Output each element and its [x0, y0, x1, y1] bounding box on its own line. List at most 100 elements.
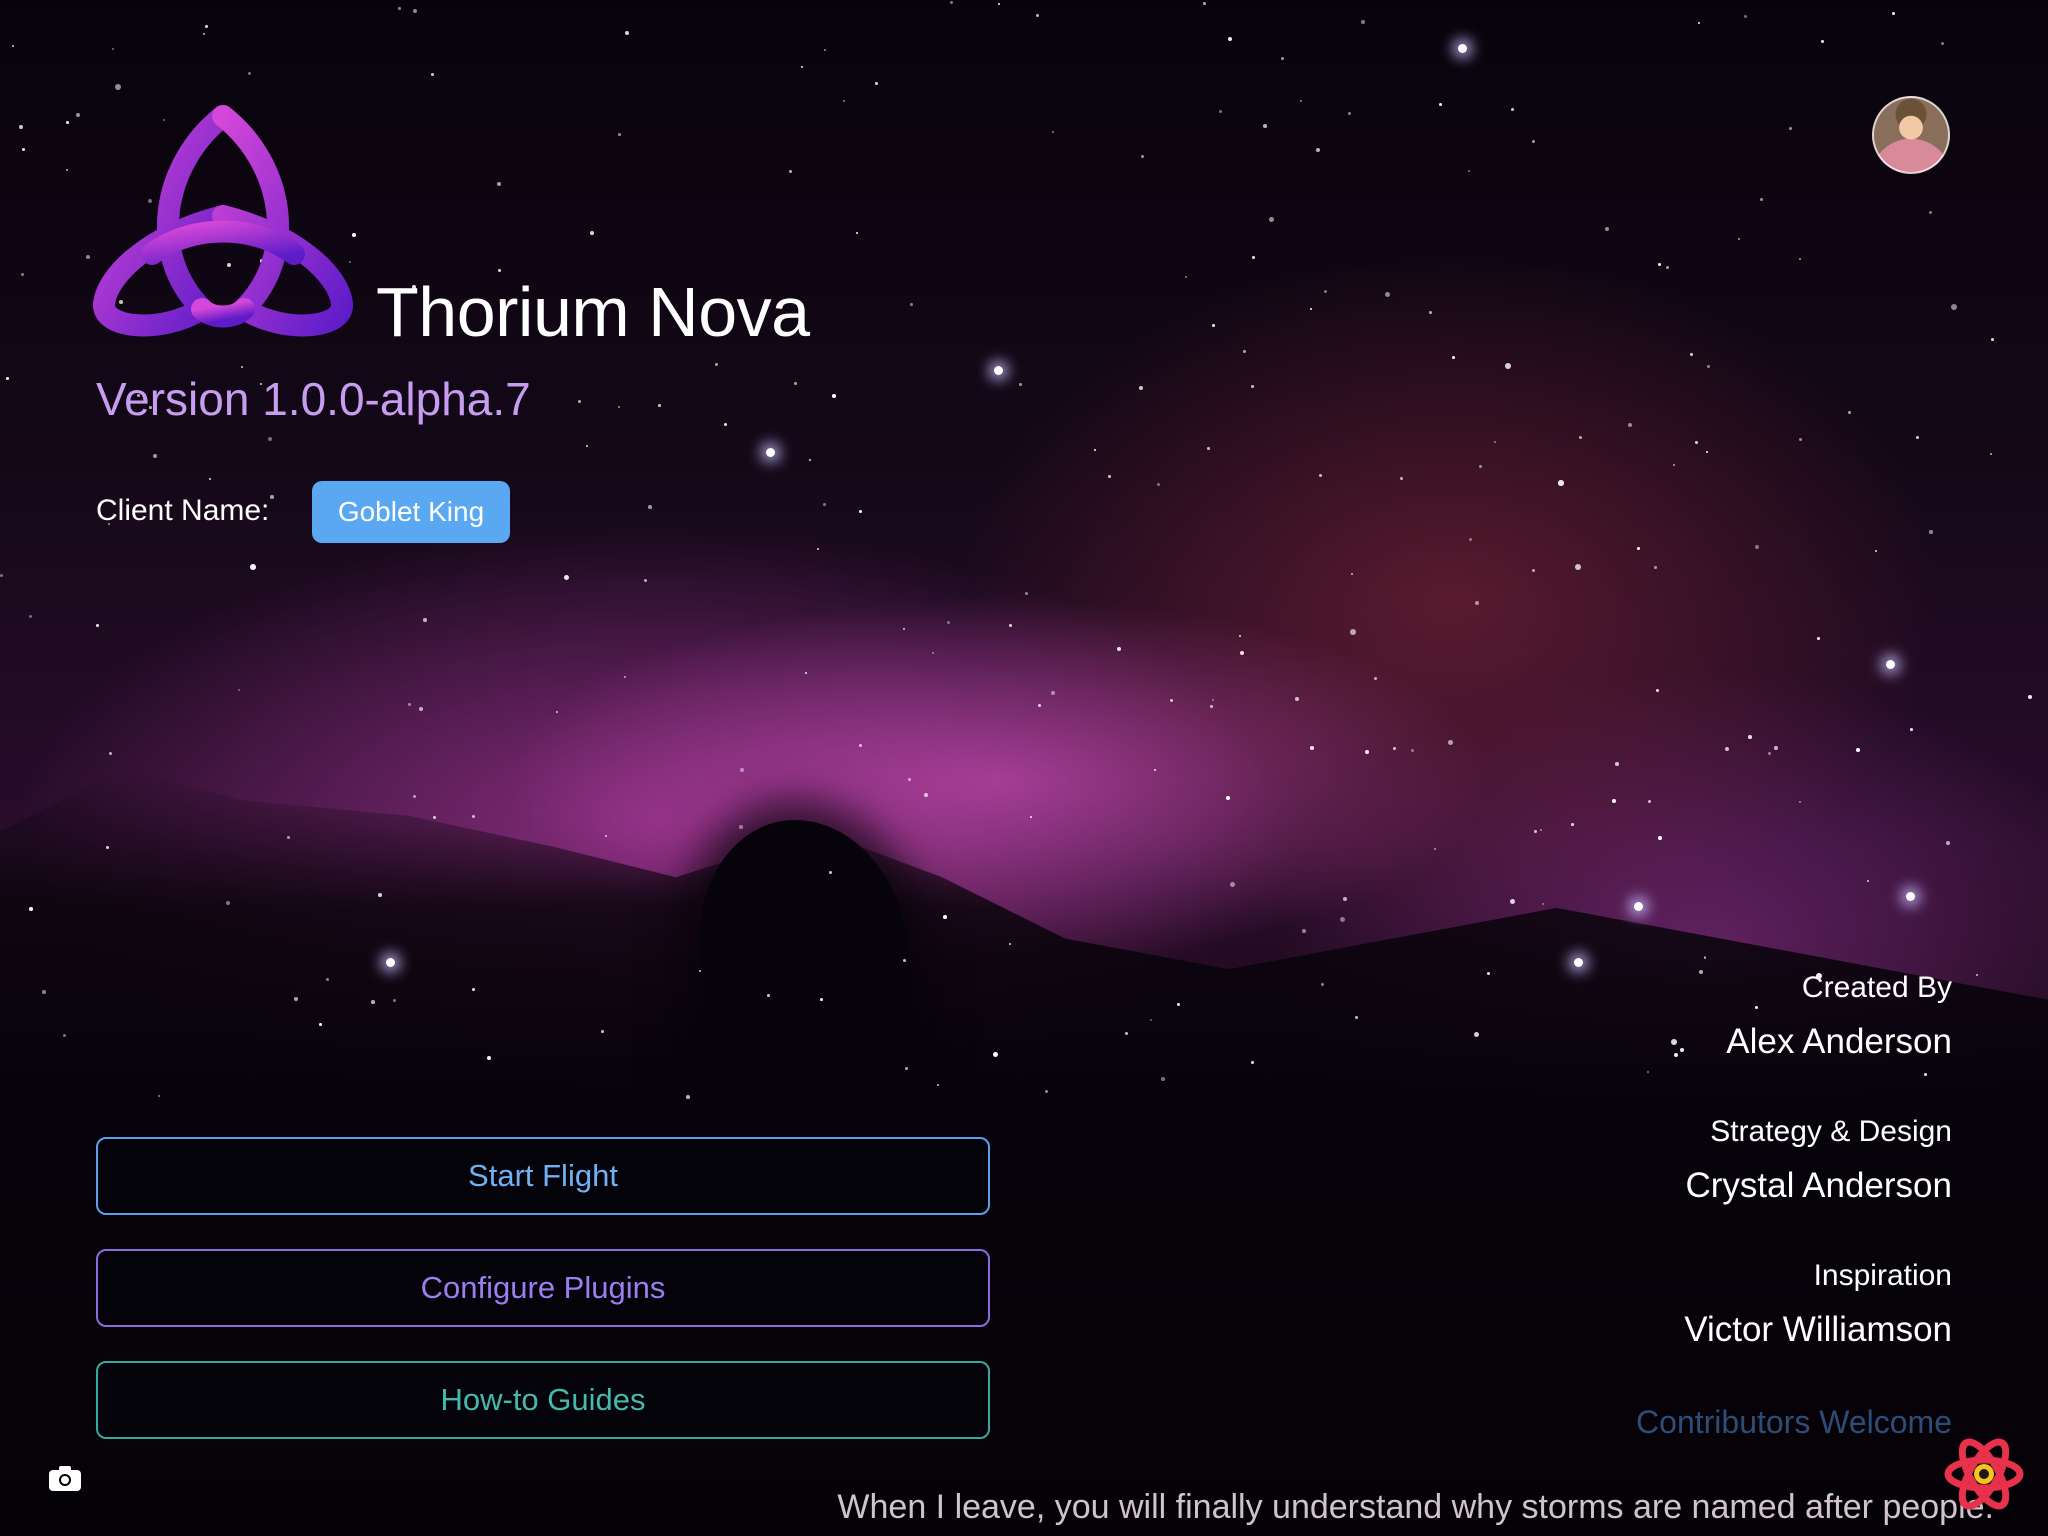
star — [209, 478, 212, 481]
star — [932, 652, 935, 655]
star — [1439, 103, 1443, 107]
star — [820, 998, 823, 1001]
star — [658, 404, 661, 407]
star — [1774, 746, 1778, 750]
star — [1789, 127, 1793, 131]
star — [578, 400, 581, 403]
star — [1212, 324, 1216, 328]
star — [856, 232, 859, 235]
star — [1648, 800, 1651, 803]
star — [618, 133, 621, 136]
credit-name: Alex Anderson — [1726, 1022, 1952, 1061]
star — [1511, 108, 1515, 112]
star — [1755, 545, 1760, 550]
star — [1821, 40, 1825, 44]
star — [1695, 441, 1699, 445]
star — [1038, 704, 1042, 708]
star — [2028, 695, 2032, 699]
star — [226, 901, 230, 905]
star — [625, 31, 629, 35]
credit-name: Crystal Anderson — [1685, 1166, 1952, 1205]
star — [1207, 447, 1210, 450]
star — [1494, 441, 1496, 443]
star — [624, 676, 627, 679]
star — [408, 703, 411, 706]
star — [1400, 477, 1403, 480]
star — [1230, 882, 1236, 888]
star — [644, 579, 648, 583]
star — [1365, 750, 1369, 754]
credits: Created By Alex Anderson Strategy & Desi… — [1684, 970, 1952, 1402]
star — [1295, 697, 1299, 701]
bright-star — [386, 958, 395, 967]
star — [1817, 637, 1821, 641]
camera-icon[interactable] — [48, 1464, 82, 1492]
bright-star — [1574, 958, 1583, 967]
star — [1310, 308, 1313, 311]
star — [1571, 823, 1574, 826]
start-flight-button[interactable]: Start Flight — [96, 1137, 990, 1215]
star — [1666, 266, 1670, 270]
star — [1612, 799, 1616, 803]
star — [66, 169, 69, 172]
credit-role: Inspiration — [1813, 1259, 1952, 1292]
star — [1324, 290, 1328, 294]
star — [801, 66, 804, 69]
star — [1281, 57, 1284, 60]
star — [1239, 635, 1242, 638]
star — [1575, 564, 1581, 570]
credit-name: Victor Williamson — [1684, 1310, 1952, 1349]
star — [109, 752, 113, 756]
triquetra-logo — [93, 105, 353, 337]
star — [29, 615, 33, 619]
star — [1991, 338, 1995, 342]
star — [947, 621, 951, 625]
star — [789, 170, 792, 173]
star — [1429, 311, 1432, 314]
star — [1161, 1077, 1165, 1081]
react-devtools-icon[interactable] — [1944, 1434, 2024, 1514]
star — [76, 113, 80, 117]
star — [993, 1052, 998, 1057]
configure-plugins-button[interactable]: Configure Plugins — [96, 1249, 990, 1327]
star — [1117, 647, 1121, 651]
star — [1263, 124, 1267, 128]
star — [905, 1067, 908, 1070]
bright-star — [766, 448, 775, 457]
star — [497, 182, 502, 187]
footer-quote: When I leave, you will finally understan… — [837, 1488, 1994, 1526]
star — [1690, 353, 1694, 357]
star — [824, 49, 827, 52]
bright-star — [994, 366, 1003, 375]
star — [1628, 423, 1633, 428]
star — [1532, 569, 1536, 573]
star — [287, 836, 290, 839]
user-avatar[interactable] — [1872, 96, 1950, 174]
star — [1343, 897, 1347, 901]
star — [724, 423, 727, 426]
how-to-guides-button[interactable]: How-to Guides — [96, 1361, 990, 1439]
star — [1030, 816, 1033, 819]
star — [1656, 689, 1660, 693]
bright-star — [1906, 892, 1915, 901]
client-name-badge[interactable]: Goblet King — [312, 481, 510, 543]
star — [1154, 769, 1157, 772]
star — [270, 495, 274, 499]
star — [1929, 530, 1933, 534]
star — [1251, 1061, 1254, 1064]
star — [1744, 15, 1747, 18]
star — [42, 990, 46, 994]
star — [1393, 747, 1397, 751]
star — [238, 689, 241, 692]
star — [423, 618, 427, 622]
star — [605, 835, 607, 837]
star — [1760, 198, 1764, 202]
star — [1009, 624, 1012, 627]
star — [1658, 836, 1662, 840]
star — [1532, 140, 1536, 144]
star — [1252, 256, 1256, 260]
star — [943, 915, 947, 919]
contributors-welcome-link[interactable]: Contributors Welcome — [1636, 1404, 1952, 1441]
star — [86, 255, 90, 259]
star — [22, 148, 26, 152]
